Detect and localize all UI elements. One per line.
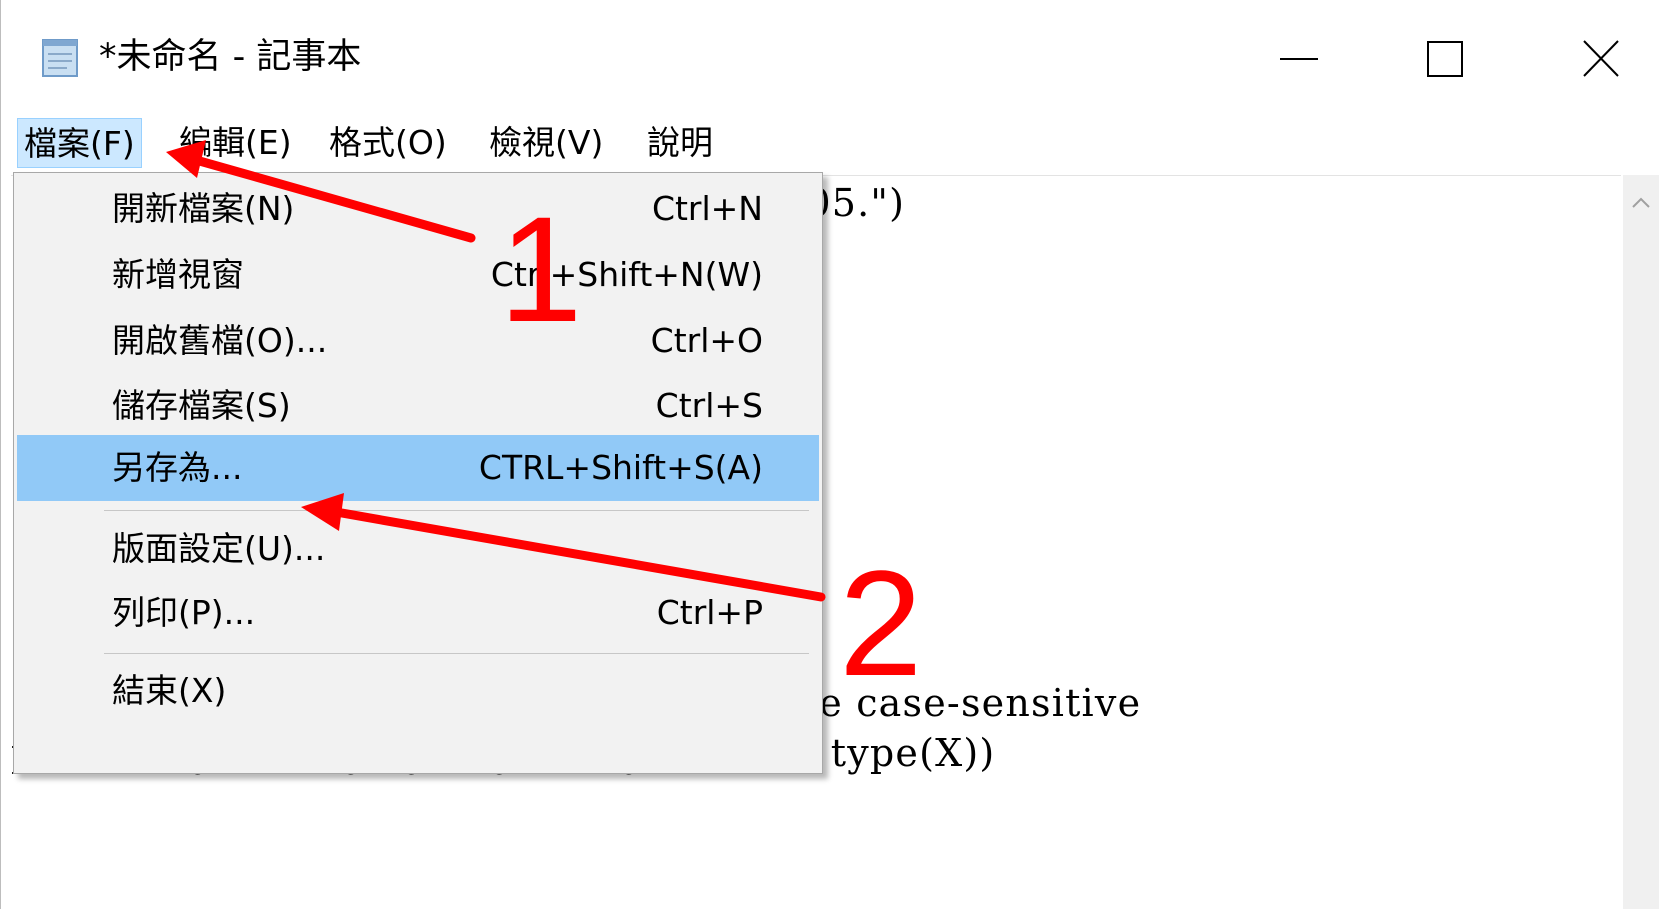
menu-item-new-window[interactable]: 新增視窗 Ctrl+Shift+N(W): [17, 242, 819, 308]
menu-item-print[interactable]: 列印(P)... Ctrl+P: [17, 580, 819, 646]
annotation-step-2-label: 2: [839, 539, 923, 707]
menu-item-shortcut: Ctrl+N: [651, 189, 763, 228]
menu-bar: 檔案(F) 編輯(E) 格式(O) 檢視(V) 說明: [1, 112, 1659, 172]
menu-separator: [104, 653, 809, 654]
menu-item-label: 開啟舊檔(O)...: [112, 321, 328, 360]
menu-item-label: 列印(P)...: [112, 593, 256, 632]
close-icon[interactable]: [1576, 36, 1626, 82]
menu-item-label: 結束(X): [112, 671, 227, 710]
code-fragment-4: are case-sensitive: [776, 681, 1142, 725]
menu-edit[interactable]: 編輯(E): [173, 118, 298, 168]
menu-item-save[interactable]: 儲存檔案(S) Ctrl+S: [17, 373, 819, 439]
menu-item-open[interactable]: 開啟舊檔(O)... Ctrl+O: [17, 308, 819, 374]
menu-item-shortcut: Ctrl+P: [656, 593, 763, 632]
menu-item-save-as[interactable]: 另存為... CTRL+Shift+S(A): [17, 435, 819, 501]
menu-item-shortcut: CTRL+Shift+S(A): [478, 448, 763, 487]
menu-item-label: 儲存檔案(S): [112, 386, 291, 425]
title-bar[interactable]: *未命名 - 記事本: [1, 0, 1659, 97]
menu-format[interactable]: 格式(O): [323, 118, 453, 168]
scroll-up-arrow-icon[interactable]: [1629, 193, 1653, 213]
menu-item-label: 新增視窗: [112, 255, 244, 294]
menu-item-shortcut: Ctrl+O: [650, 321, 763, 360]
menu-help[interactable]: 說明: [641, 118, 719, 168]
menu-item-new[interactable]: 開新檔案(N) Ctrl+N: [17, 176, 819, 242]
window-title: *未命名 - 記事本: [99, 37, 362, 77]
notepad-window: *未命名 - 記事本 檔案(F) 編輯(E) 格式(O) 檢視(V) 說明 00…: [0, 0, 1659, 909]
minimize-icon[interactable]: [1274, 36, 1324, 82]
menu-item-label: 另存為...: [112, 448, 243, 487]
notepad-icon: [42, 39, 78, 77]
file-menu-dropdown: 開新檔案(N) Ctrl+N 新增視窗 Ctrl+Shift+N(W) 開啟舊檔…: [13, 172, 823, 774]
menu-file[interactable]: 檔案(F): [17, 118, 142, 168]
menu-item-label: 版面設定(U)...: [112, 529, 326, 568]
menu-item-page-setup[interactable]: 版面設定(U)...: [17, 516, 819, 582]
menu-item-exit[interactable]: 結束(X): [17, 658, 819, 724]
menu-separator: [104, 510, 809, 511]
annotation-step-1-label: 1: [499, 185, 583, 353]
vertical-scrollbar[interactable]: [1623, 175, 1659, 909]
maximize-icon[interactable]: [1421, 36, 1471, 82]
menu-item-shortcut: Ctrl+S: [655, 386, 763, 425]
menu-item-label: 開新檔案(N): [112, 189, 295, 228]
menu-view[interactable]: 檢視(V): [483, 118, 609, 168]
